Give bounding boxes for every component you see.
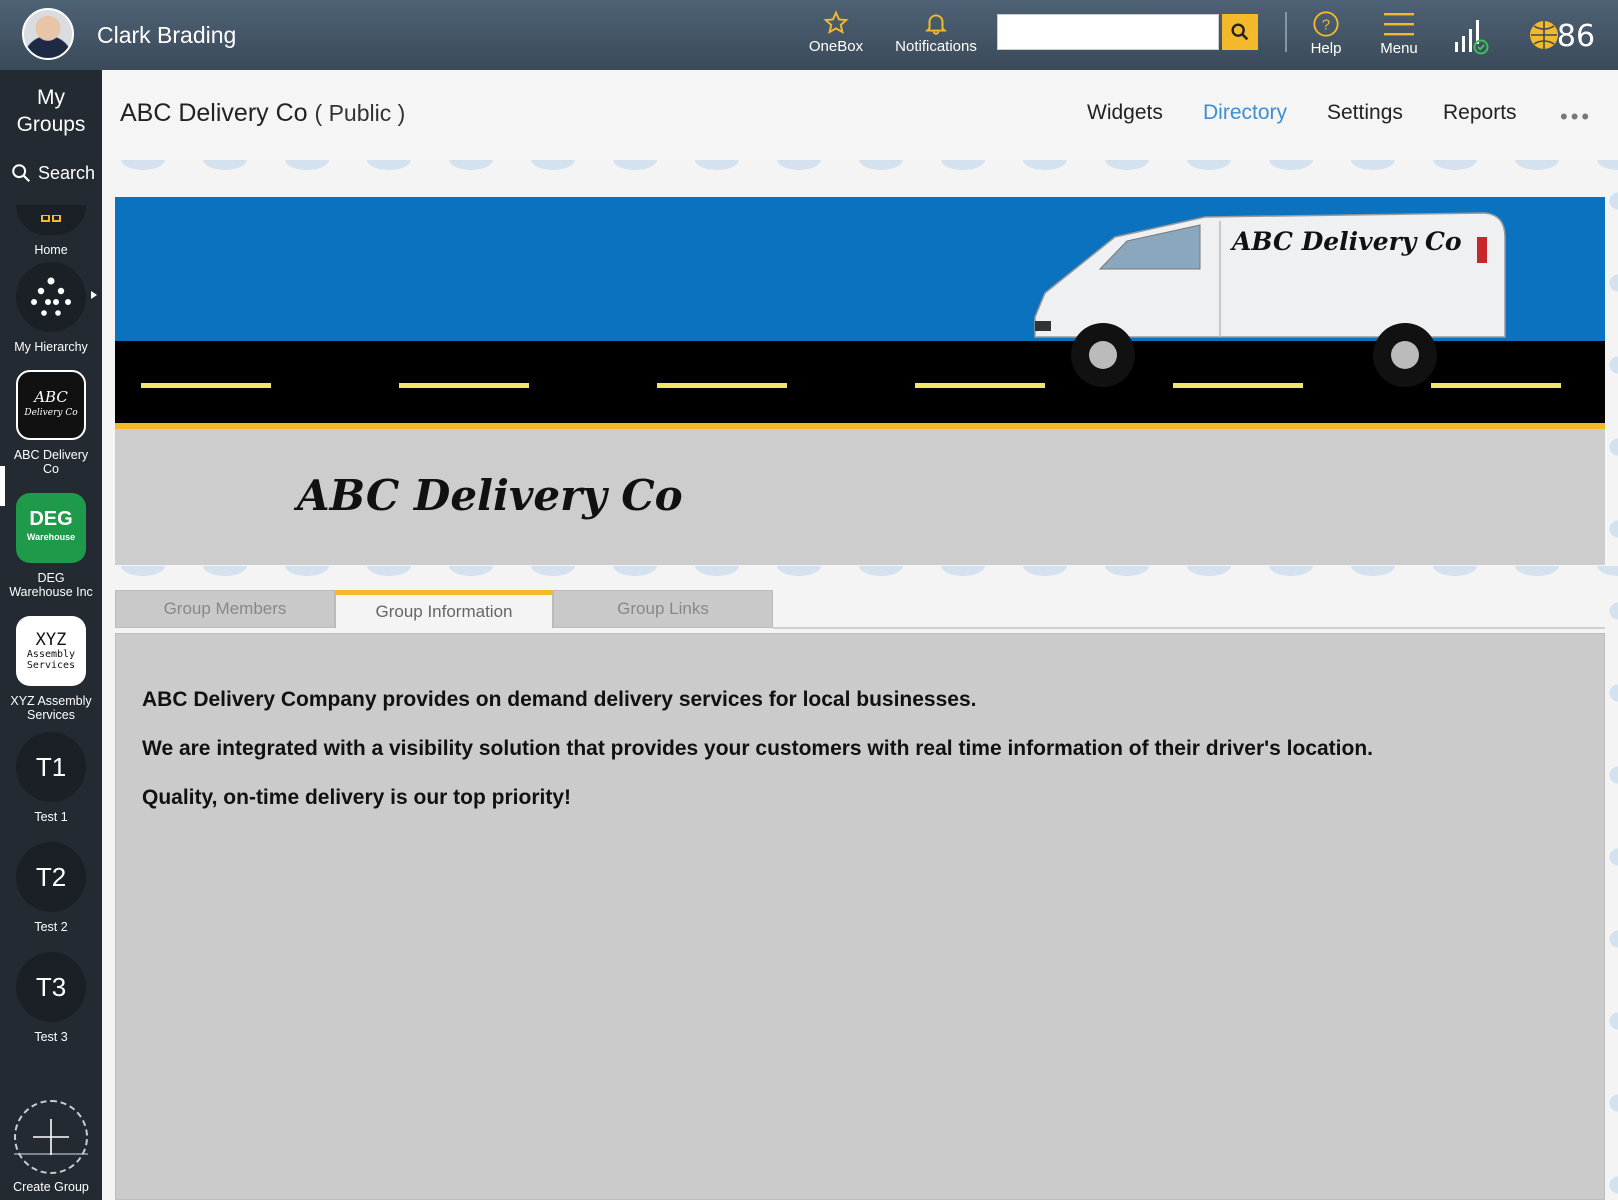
top-bar: Clark Brading OneBox Notifications ? Hel…: [0, 0, 1618, 70]
plus-icon: [14, 1100, 88, 1174]
help-icon: ?: [1313, 11, 1339, 37]
help-label: Help: [1310, 40, 1342, 57]
menu-button[interactable]: Menu: [1374, 10, 1424, 57]
sidebar-item-test-1[interactable]: T1 Test 1: [0, 732, 102, 824]
user-name[interactable]: Clark Brading: [97, 22, 236, 49]
create-group-button[interactable]: Create Group: [0, 1100, 102, 1194]
topbar-divider: [1285, 12, 1287, 52]
user-avatar[interactable]: [22, 8, 74, 60]
abc-logo-line1: ABC: [34, 388, 68, 406]
decorative-dots: [102, 160, 1618, 174]
signal-check-icon: [1455, 20, 1489, 55]
my-groups-label: My Groups: [16, 86, 86, 136]
globe-logo-icon: 86: [1530, 19, 1595, 54]
info-line: ABC Delivery Company provides on demand …: [142, 688, 977, 711]
search-icon: [12, 164, 31, 183]
group-information-panel: ABC Delivery Company provides on demand …: [115, 633, 1605, 1200]
left-sidebar: My Groups Search Home My Hierarchy ABC D…: [0, 70, 102, 1200]
test-2-avatar: T2: [16, 842, 86, 912]
xyz-logo-line3: Services: [26, 660, 76, 671]
group-name: ABC Delivery Co: [120, 99, 308, 127]
sidebar-item-label: ABC Delivery Co: [13, 448, 89, 476]
group-title: ABC Delivery Co ( Public ): [120, 99, 405, 128]
search-input[interactable]: [997, 14, 1219, 50]
tab-group-members[interactable]: Group Members: [115, 590, 335, 628]
sidebar-search-label: Search: [38, 162, 96, 183]
test-1-avatar-text: T1: [35, 752, 67, 782]
bell-icon: [924, 14, 948, 35]
group-logo-band: ABC Delivery Co: [115, 429, 1605, 565]
abc-logo-line2: Delivery Co: [24, 408, 78, 418]
sidebar-item-label: Home: [34, 243, 68, 257]
svg-text:?: ?: [1322, 16, 1330, 33]
test-3-avatar-text: T3: [35, 972, 67, 1002]
group-visibility: ( Public ): [314, 100, 406, 126]
deg-logo-line2: Warehouse: [26, 532, 76, 542]
hamburger-icon: [1384, 13, 1414, 36]
info-line: Quality, on-time delivery is our top pri…: [142, 786, 572, 809]
nav-widgets[interactable]: Widgets: [1087, 101, 1163, 125]
sidebar-item-my-hierarchy[interactable]: My Hierarchy: [0, 262, 102, 354]
abc-delivery-logo: ABC Delivery Co: [16, 370, 86, 440]
app-logo: 86: [1522, 14, 1598, 58]
notifications-label: Notifications: [895, 38, 977, 55]
xyz-assembly-logo: XYZ Assembly Services: [16, 616, 86, 686]
tab-group-links[interactable]: Group Links: [553, 590, 773, 628]
star-icon: [823, 10, 849, 35]
nav-reports[interactable]: Reports: [1443, 101, 1517, 125]
test-2-avatar-text: T2: [35, 862, 67, 892]
search-icon: [1231, 23, 1249, 41]
menu-label: Menu: [1380, 40, 1418, 57]
home-icon: [16, 205, 86, 235]
search-button[interactable]: [1222, 14, 1258, 50]
group-header: ABC Delivery Co ( Public ) Widgets Direc…: [102, 70, 1618, 161]
nav-settings[interactable]: Settings: [1327, 101, 1403, 125]
nav-directory[interactable]: Directory: [1203, 101, 1287, 125]
onebox-button[interactable]: OneBox: [808, 10, 864, 55]
sidebar-item-label: My Hierarchy: [14, 340, 88, 354]
sidebar-item-xyz-assembly[interactable]: XYZ Assembly Services XYZ Assembly Servi…: [0, 616, 102, 722]
create-group-label: Create Group: [13, 1180, 89, 1194]
decorative-dots: [1606, 160, 1618, 1200]
group-logo-text: ABC Delivery Co: [297, 471, 683, 520]
decorative-dots: [102, 566, 1618, 580]
hierarchy-icon: [16, 262, 86, 332]
sidebar-item-test-2[interactable]: T2 Test 2: [0, 842, 102, 934]
expand-arrow-icon[interactable]: [90, 290, 98, 300]
test-1-avatar: T1: [16, 732, 86, 802]
more-options-button[interactable]: •••: [1560, 104, 1592, 130]
tab-underline: [773, 627, 1605, 629]
xyz-logo-line1: XYZ: [35, 630, 67, 650]
sidebar-item-home[interactable]: Home: [0, 205, 102, 257]
onebox-label: OneBox: [808, 38, 864, 55]
xyz-logo-line2: Assembly: [26, 649, 76, 660]
signal-status-button[interactable]: [1448, 16, 1494, 58]
sidebar-item-label: XYZ Assembly Services: [10, 694, 92, 722]
sidebar-item-abc-delivery-co[interactable]: ABC Delivery Co ABC Delivery Co: [0, 370, 102, 476]
group-banner: ABC Delivery Co: [115, 197, 1605, 429]
sidebar-item-deg-warehouse[interactable]: DEG Warehouse DEG Warehouse Inc: [0, 493, 102, 599]
test-3-avatar: T3: [16, 952, 86, 1022]
sidebar-item-label: Test 1: [34, 810, 68, 824]
my-groups-heading[interactable]: My Groups: [0, 84, 102, 138]
svg-text:86: 86: [1557, 19, 1595, 54]
help-button[interactable]: ? Help: [1306, 10, 1346, 57]
tab-group-information[interactable]: Group Information: [335, 590, 553, 628]
sidebar-item-label: Test 3: [34, 1030, 68, 1044]
notifications-button[interactable]: Notifications: [884, 10, 988, 55]
sidebar-item-label: Test 2: [34, 920, 68, 934]
sidebar-search[interactable]: Search: [10, 162, 95, 184]
deg-warehouse-logo: DEG Warehouse: [16, 493, 86, 563]
sidebar-item-test-3[interactable]: T3 Test 3: [0, 952, 102, 1044]
deg-logo-line1: DEG: [29, 508, 73, 530]
info-line: We are integrated with a visibility solu…: [142, 737, 1374, 760]
van-side-text: ABC Delivery Co: [1232, 227, 1462, 256]
sidebar-item-label: DEG Warehouse Inc: [9, 571, 93, 599]
